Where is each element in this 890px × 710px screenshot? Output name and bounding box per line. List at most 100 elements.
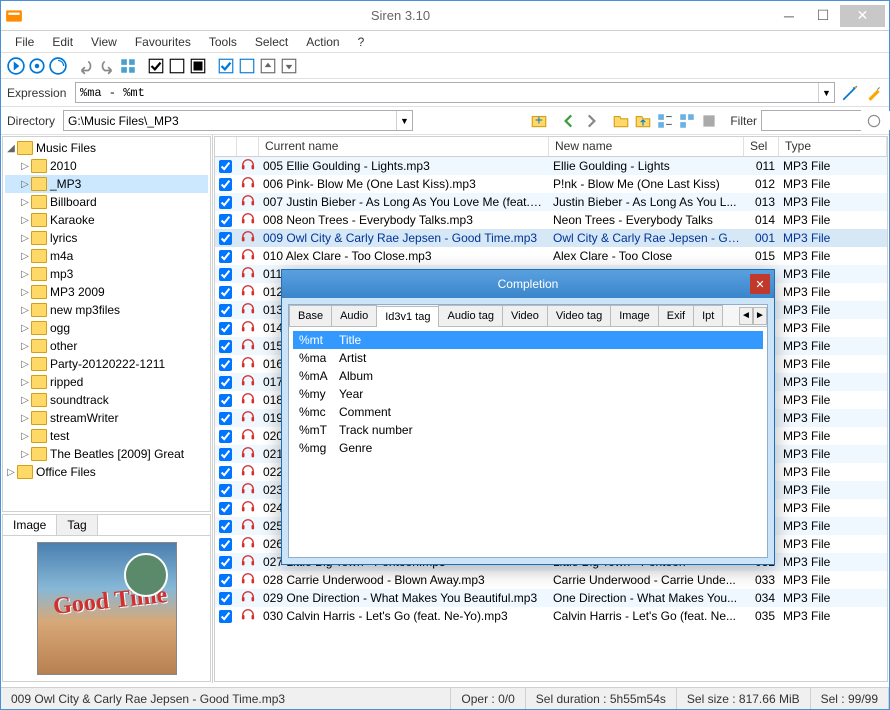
completion-item[interactable]: %mTTrack number: [293, 421, 763, 439]
popup-tab[interactable]: Video: [502, 305, 548, 326]
tree-item[interactable]: ▷lyrics: [5, 229, 208, 247]
tree-collapse-icon[interactable]: [656, 112, 674, 130]
expand-icon[interactable]: ▷: [19, 215, 31, 226]
expand-icon[interactable]: ▷: [19, 323, 31, 334]
table-row[interactable]: 006 Pink- Blow Me (One Last Kiss).mp3P!n…: [215, 175, 887, 193]
popup-tab[interactable]: Audio tag: [438, 305, 502, 326]
tab-scroll-left-icon[interactable]: ◄: [739, 307, 753, 325]
maximize-button[interactable]: ☐: [806, 5, 840, 27]
tree-item[interactable]: ▷streamWriter: [5, 409, 208, 427]
tree-item[interactable]: ◢Music Files: [5, 139, 208, 157]
row-checkbox[interactable]: [219, 160, 232, 173]
menu-view[interactable]: View: [83, 33, 125, 51]
expand-icon[interactable]: ▷: [19, 413, 31, 424]
row-checkbox[interactable]: [219, 232, 232, 245]
completion-item[interactable]: %mcComment: [293, 403, 763, 421]
tree-item[interactable]: ▷ripped: [5, 373, 208, 391]
row-checkbox[interactable]: [219, 592, 232, 605]
tree-item[interactable]: ▷m4a: [5, 247, 208, 265]
menu-action[interactable]: Action: [298, 33, 347, 51]
folder-up-icon[interactable]: [634, 112, 652, 130]
row-checkbox[interactable]: [219, 376, 232, 389]
popup-close-button[interactable]: ✕: [750, 274, 770, 294]
play-icon[interactable]: [7, 57, 25, 75]
expand-icon[interactable]: ▷: [19, 377, 31, 388]
row-checkbox[interactable]: [219, 556, 232, 569]
row-checkbox[interactable]: [219, 358, 232, 371]
tree-item[interactable]: ▷MP3 2009: [5, 283, 208, 301]
expression-input[interactable]: [76, 83, 818, 102]
tree-item[interactable]: ▷Office Files: [5, 463, 208, 481]
popup-tab[interactable]: Base: [289, 305, 332, 326]
row-checkbox[interactable]: [219, 196, 232, 209]
row-checkbox[interactable]: [219, 340, 232, 353]
popup-tab[interactable]: Exif: [658, 305, 694, 326]
popup-tab[interactable]: Video tag: [547, 305, 611, 326]
row-checkbox[interactable]: [219, 502, 232, 515]
tree-item[interactable]: ▷other: [5, 337, 208, 355]
tree-item[interactable]: ▷new mp3files: [5, 301, 208, 319]
filter-apply-icon[interactable]: [865, 112, 883, 130]
completion-item[interactable]: %maArtist: [293, 349, 763, 367]
tree-item[interactable]: ▷Billboard: [5, 193, 208, 211]
tree-item[interactable]: ▷Party-20120222-1211: [5, 355, 208, 373]
back-icon[interactable]: [560, 112, 578, 130]
folder-tree[interactable]: ◢Music Files▷2010▷_MP3▷Billboard▷Karaoke…: [2, 136, 211, 512]
tree-item[interactable]: ▷soundtrack: [5, 391, 208, 409]
expand-icon[interactable]: ▷: [19, 305, 31, 316]
row-checkbox[interactable]: [219, 268, 232, 281]
table-row[interactable]: 029 One Direction - What Makes You Beaut…: [215, 589, 887, 607]
expand-icon[interactable]: ▷: [19, 431, 31, 442]
uncheck-all-icon[interactable]: [168, 57, 186, 75]
menu-file[interactable]: File: [7, 33, 42, 51]
expand-icon[interactable]: ▷: [19, 341, 31, 352]
expression-combo[interactable]: ▼: [75, 82, 835, 103]
row-checkbox[interactable]: [219, 574, 232, 587]
col-type[interactable]: Type: [779, 137, 887, 156]
row-checkbox[interactable]: [219, 304, 232, 317]
tree-item[interactable]: ▷ogg: [5, 319, 208, 337]
invert-check-icon[interactable]: [189, 57, 207, 75]
expand-icon[interactable]: ▷: [19, 233, 31, 244]
col-current-name[interactable]: Current name: [259, 137, 549, 156]
row-checkbox[interactable]: [219, 178, 232, 191]
table-row[interactable]: 028 Carrie Underwood - Blown Away.mp3Car…: [215, 571, 887, 589]
tree-item[interactable]: ▷mp3: [5, 265, 208, 283]
table-row[interactable]: 005 Ellie Goulding - Lights.mp3Ellie Gou…: [215, 157, 887, 175]
tree-item[interactable]: ▷Karaoke: [5, 211, 208, 229]
expand-icon[interactable]: ▷: [19, 359, 31, 370]
row-checkbox[interactable]: [219, 394, 232, 407]
completion-list[interactable]: %mtTitle%maArtist%mAAlbum%myYear%mcComme…: [289, 327, 767, 461]
row-checkbox[interactable]: [219, 610, 232, 623]
menu-help[interactable]: ?: [350, 33, 373, 51]
stop-icon[interactable]: [700, 112, 718, 130]
select-down-icon[interactable]: [280, 57, 298, 75]
minimize-button[interactable]: ─: [772, 5, 806, 27]
row-checkbox[interactable]: [219, 214, 232, 227]
select-up-icon[interactable]: [259, 57, 277, 75]
directory-input[interactable]: [64, 111, 396, 130]
table-row[interactable]: 010 Alex Clare - Too Close.mp3Alex Clare…: [215, 247, 887, 265]
tree-item[interactable]: ▷_MP3: [5, 175, 208, 193]
refresh-icon[interactable]: [49, 57, 67, 75]
row-checkbox[interactable]: [219, 520, 232, 533]
directory-dropdown-icon[interactable]: ▼: [396, 111, 412, 130]
row-checkbox[interactable]: [219, 412, 232, 425]
menu-edit[interactable]: Edit: [44, 33, 81, 51]
expand-icon[interactable]: ◢: [5, 143, 17, 154]
tab-image[interactable]: Image: [3, 515, 57, 535]
directory-combo[interactable]: ▼: [63, 110, 413, 131]
row-checkbox[interactable]: [219, 430, 232, 443]
expand-icon[interactable]: ▷: [19, 179, 31, 190]
menu-select[interactable]: Select: [247, 33, 296, 51]
expression-brush-icon[interactable]: [865, 84, 883, 102]
row-checkbox[interactable]: [219, 484, 232, 497]
completion-item[interactable]: %mtTitle: [293, 331, 763, 349]
expand-icon[interactable]: ▷: [19, 287, 31, 298]
row-checkbox[interactable]: [219, 448, 232, 461]
row-checkbox[interactable]: [219, 250, 232, 263]
filter-combo[interactable]: ▼: [761, 110, 861, 131]
uncheck-blue-icon[interactable]: [238, 57, 256, 75]
expand-icon[interactable]: ▷: [19, 251, 31, 262]
tab-tag[interactable]: Tag: [57, 515, 97, 535]
